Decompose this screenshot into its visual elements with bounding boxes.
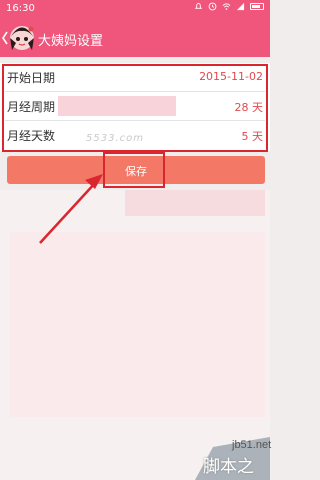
signal-icon xyxy=(236,2,245,11)
setting-label: 月经周期 xyxy=(7,100,56,114)
pink-blur-overlay xyxy=(125,190,265,216)
status-icons xyxy=(194,2,264,11)
setting-value: 2015-11-02 xyxy=(199,70,263,83)
avatar-icon xyxy=(10,26,34,50)
setting-label: 开始日期 xyxy=(7,71,56,85)
setting-label: 月经天数 xyxy=(7,129,56,143)
page-title: 大姨妈设置 xyxy=(38,34,104,49)
status-time: 16:30 xyxy=(6,3,35,14)
bell-icon xyxy=(194,2,203,9)
status-bar: 16:30 xyxy=(0,0,270,19)
blurred-watermark-text: 5533.com xyxy=(86,133,144,144)
settings-card: 开始日期 2015-11-02 月经周期 28 天 月经天数 5 天 5533.… xyxy=(0,63,270,151)
setting-value: 5 天 xyxy=(241,130,264,143)
clock-icon xyxy=(208,2,217,11)
setting-value: 28 天 xyxy=(234,101,264,114)
battery-icon xyxy=(250,3,264,10)
save-button[interactable]: 保存 xyxy=(7,156,265,184)
setting-row-start-date[interactable]: 开始日期 2015-11-02 xyxy=(0,63,270,92)
watermark-site: jb51.net xyxy=(232,439,272,451)
watermark-name: 脚本之家 xyxy=(203,457,254,477)
title-bar: 大姨妈设置 xyxy=(0,19,270,57)
wifi-icon xyxy=(222,3,231,10)
pink-blur-overlay xyxy=(10,232,265,417)
pink-blur-overlay xyxy=(58,96,176,116)
save-button-label: 保存 xyxy=(125,165,147,178)
